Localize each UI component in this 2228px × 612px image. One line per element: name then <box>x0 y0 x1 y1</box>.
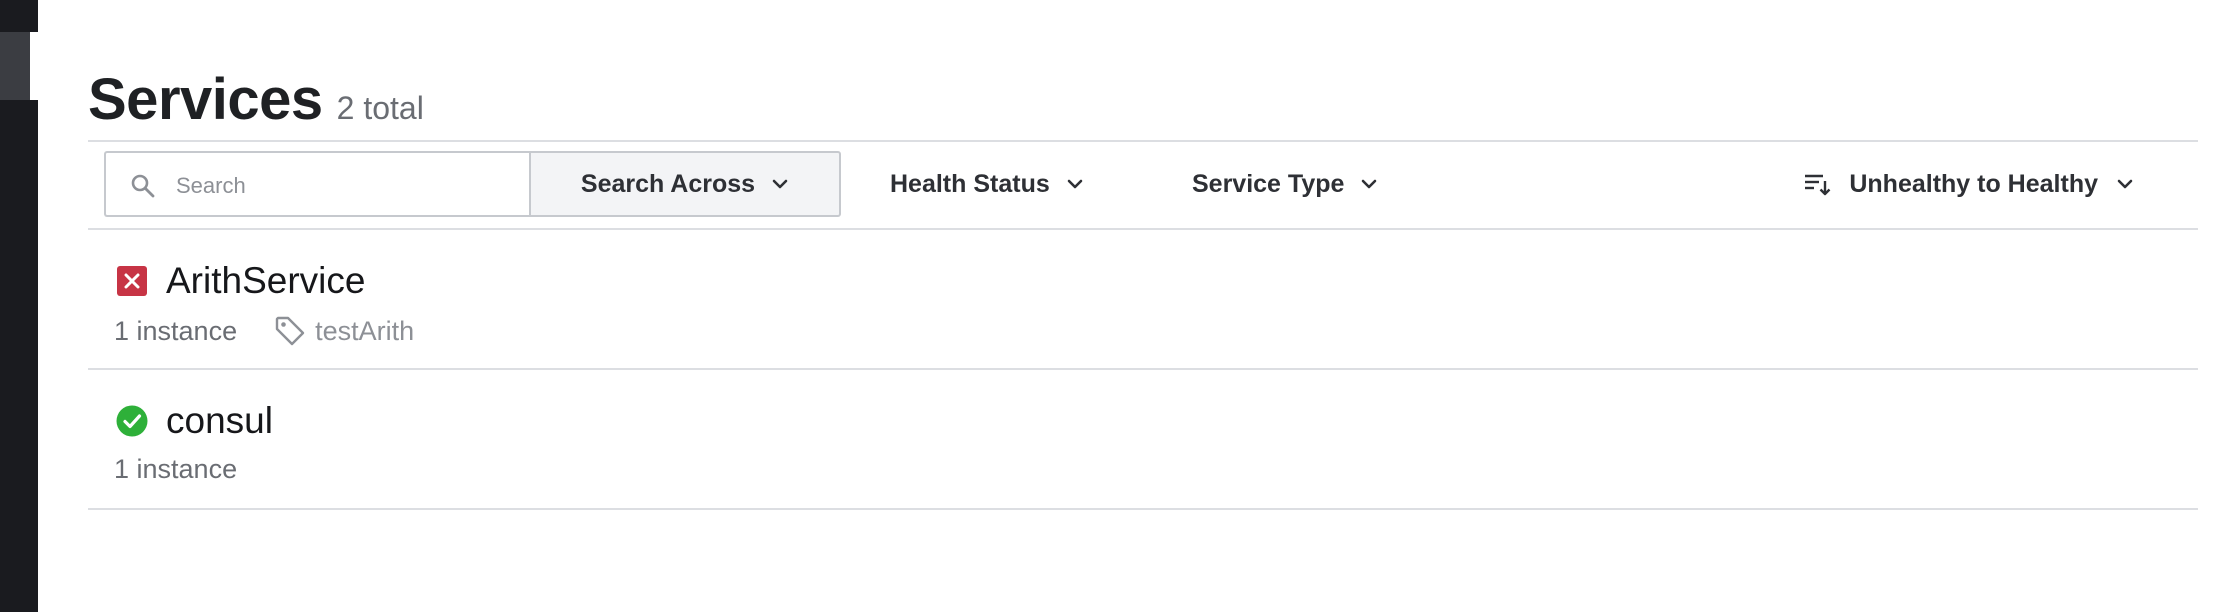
tag-icon <box>275 316 305 346</box>
health-status-dropdown[interactable]: Health Status <box>890 151 1084 217</box>
health-status-label: Health Status <box>890 169 1050 198</box>
header-divider <box>88 140 2198 142</box>
tag-label: testArith <box>315 315 415 346</box>
service-type-dropdown[interactable]: Service Type <box>1192 151 1378 217</box>
service-tag: testArith <box>273 314 414 348</box>
service-row[interactable]: consul 1 instance <box>88 370 2198 508</box>
service-meta: 1 instance <box>114 454 237 485</box>
sidebar-edge <box>30 32 38 100</box>
search-across-label: Search Across <box>580 169 756 198</box>
critical-x-icon <box>117 266 147 296</box>
main-content: Services 2 total Search Across Health St… <box>88 0 2198 612</box>
service-meta: 1 instance testArith <box>114 314 414 348</box>
service-type-label: Service Type <box>1192 169 1345 198</box>
instance-count: 1 instance <box>114 315 238 346</box>
search-icon <box>131 174 155 198</box>
sort-dropdown[interactable]: Unhealthy to Healthy <box>1803 151 2134 217</box>
page-title: Services <box>88 67 323 132</box>
chevron-down-icon <box>772 179 788 189</box>
filter-toolbar: Search Across Health Status Service Type <box>104 151 2198 219</box>
service-row[interactable]: ArithService 1 instance testArith <box>88 230 2198 368</box>
passing-check-icon <box>116 405 148 437</box>
service-name-line: ArithService <box>116 260 365 302</box>
chevron-down-icon <box>2117 179 2133 189</box>
sort-icon <box>1805 174 1831 196</box>
page-header: Services 2 total <box>88 66 424 133</box>
search-box <box>104 151 529 217</box>
row-divider <box>88 508 2198 510</box>
service-name[interactable]: consul <box>166 400 273 442</box>
sort-label: Unhealthy to Healthy <box>1849 169 2098 198</box>
service-count: 2 total <box>336 90 424 126</box>
service-name[interactable]: ArithService <box>166 260 365 302</box>
chevron-down-icon <box>1362 179 1377 189</box>
service-name-line: consul <box>116 400 273 442</box>
search-across-dropdown[interactable]: Search Across <box>529 151 841 217</box>
search-input[interactable] <box>174 163 518 209</box>
chevron-down-icon <box>1067 179 1083 189</box>
instance-count: 1 instance <box>114 454 238 484</box>
